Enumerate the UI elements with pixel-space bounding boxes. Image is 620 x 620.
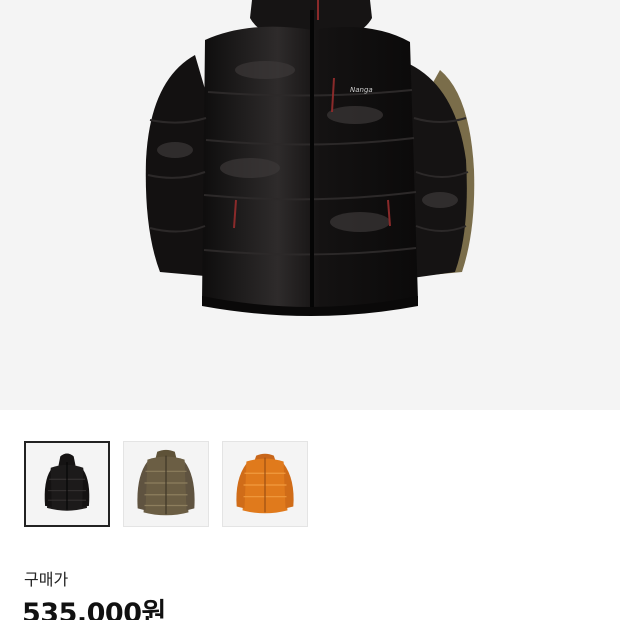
svg-text:Nanga: Nanga [350, 86, 373, 94]
product-main-image[interactable]: Nanga [0, 0, 620, 410]
olive-down-jacket-thumbnail[interactable] [123, 441, 209, 527]
thumbnail-list [24, 441, 308, 527]
black-down-jacket-photo: Nanga [145, 0, 475, 316]
black-down-jacket-thumbnail[interactable] [24, 441, 110, 527]
price-label: 구매가 [24, 570, 69, 589]
price-value: 535,000원 [22, 598, 166, 620]
orange-down-jacket-thumbnail[interactable] [222, 441, 308, 527]
